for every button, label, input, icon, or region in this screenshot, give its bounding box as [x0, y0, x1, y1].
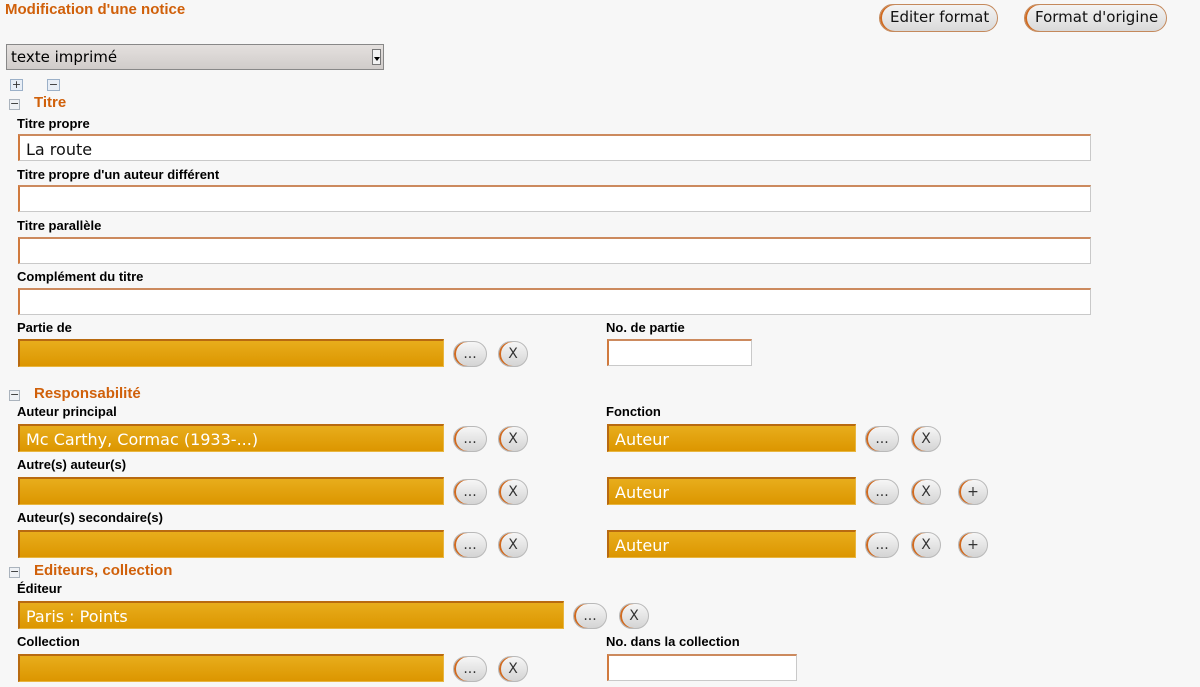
collapse-all-icon[interactable]: − — [47, 79, 60, 91]
dropdown-arrow-icon[interactable] — [372, 49, 381, 65]
auteur-principal-field[interactable]: Mc Carthy, Cormac (1933-...) — [18, 424, 444, 452]
fonction-autres-clear-button[interactable]: X — [911, 479, 941, 505]
editeur-select-button[interactable]: ... — [573, 603, 607, 629]
fonction-autres-select-button[interactable]: ... — [865, 479, 899, 505]
editeur-label: Éditeur — [17, 581, 62, 596]
autres-auteurs-clear-button[interactable]: X — [498, 479, 528, 505]
no-collection-input[interactable] — [607, 654, 797, 681]
no-partie-input[interactable] — [607, 339, 752, 366]
auteurs-secondaires-label: Auteur(s) secondaire(s) — [17, 510, 163, 525]
fonction-principal-clear-button[interactable]: X — [911, 426, 941, 452]
page-title: Modification d'une notice — [5, 1, 186, 18]
editeur-field[interactable]: Paris : Points — [18, 601, 564, 629]
titre-parallele-input[interactable] — [18, 237, 1091, 264]
fonction-autres-field[interactable]: Auteur — [607, 477, 856, 505]
auteurs-secondaires-add-button[interactable]: + — [958, 532, 988, 558]
no-partie-label: No. de partie — [606, 320, 685, 335]
fonction-secondaires-field[interactable]: Auteur — [607, 530, 856, 558]
partie-de-field[interactable] — [18, 339, 444, 367]
document-type-value: texte imprimé — [11, 48, 118, 66]
titre-auteur-different-input[interactable] — [18, 185, 1091, 212]
editeur-clear-button[interactable]: X — [619, 603, 649, 629]
section-title-editeurs: Editeurs, collection — [34, 562, 173, 579]
complement-titre-label: Complément du titre — [17, 269, 144, 284]
fonction-label: Fonction — [606, 404, 661, 419]
autres-auteurs-select-button[interactable]: ... — [453, 479, 487, 505]
titre-propre-input[interactable]: La route — [18, 134, 1091, 161]
document-type-select[interactable]: texte imprimé — [6, 44, 384, 70]
collection-field[interactable] — [18, 654, 444, 682]
partie-de-label: Partie de — [17, 320, 72, 335]
collection-clear-button[interactable]: X — [498, 656, 528, 682]
complement-titre-input[interactable] — [18, 288, 1091, 315]
fonction-principal-select-button[interactable]: ... — [865, 426, 899, 452]
auteur-principal-clear-button[interactable]: X — [498, 426, 528, 452]
titre-parallele-label: Titre parallèle — [17, 218, 102, 233]
autres-auteurs-add-button[interactable]: + — [958, 479, 988, 505]
original-format-button[interactable]: Format d'origine — [1024, 4, 1168, 32]
fonction-principal-field[interactable]: Auteur — [607, 424, 856, 452]
auteurs-secondaires-field[interactable] — [18, 530, 444, 558]
partie-de-clear-button[interactable]: X — [498, 341, 528, 367]
auteur-principal-label: Auteur principal — [17, 404, 117, 419]
editeurs-collapse-icon[interactable]: − — [9, 566, 20, 578]
autres-auteurs-label: Autre(s) auteur(s) — [17, 457, 127, 472]
titre-propre-label: Titre propre — [17, 116, 90, 131]
titre-collapse-icon[interactable]: − — [9, 98, 20, 110]
auteurs-secondaires-select-button[interactable]: ... — [453, 532, 487, 558]
expand-all-icon[interactable]: + — [10, 79, 23, 91]
collection-label: Collection — [17, 634, 80, 649]
section-title-responsabilite: Responsabilité — [34, 385, 141, 402]
titre-auteur-different-label: Titre propre d'un auteur différent — [17, 167, 220, 182]
auteur-principal-select-button[interactable]: ... — [453, 426, 487, 452]
no-collection-label: No. dans la collection — [606, 634, 740, 649]
auteurs-secondaires-clear-button[interactable]: X — [498, 532, 528, 558]
section-title-titre: Titre — [34, 94, 67, 111]
collection-select-button[interactable]: ... — [453, 656, 487, 682]
edit-format-button[interactable]: Editer format — [879, 4, 999, 32]
partie-de-select-button[interactable]: ... — [453, 341, 487, 367]
fonction-secondaires-select-button[interactable]: ... — [865, 532, 899, 558]
fonction-secondaires-clear-button[interactable]: X — [911, 532, 941, 558]
responsabilite-collapse-icon[interactable]: − — [9, 389, 20, 401]
autres-auteurs-field[interactable] — [18, 477, 444, 505]
